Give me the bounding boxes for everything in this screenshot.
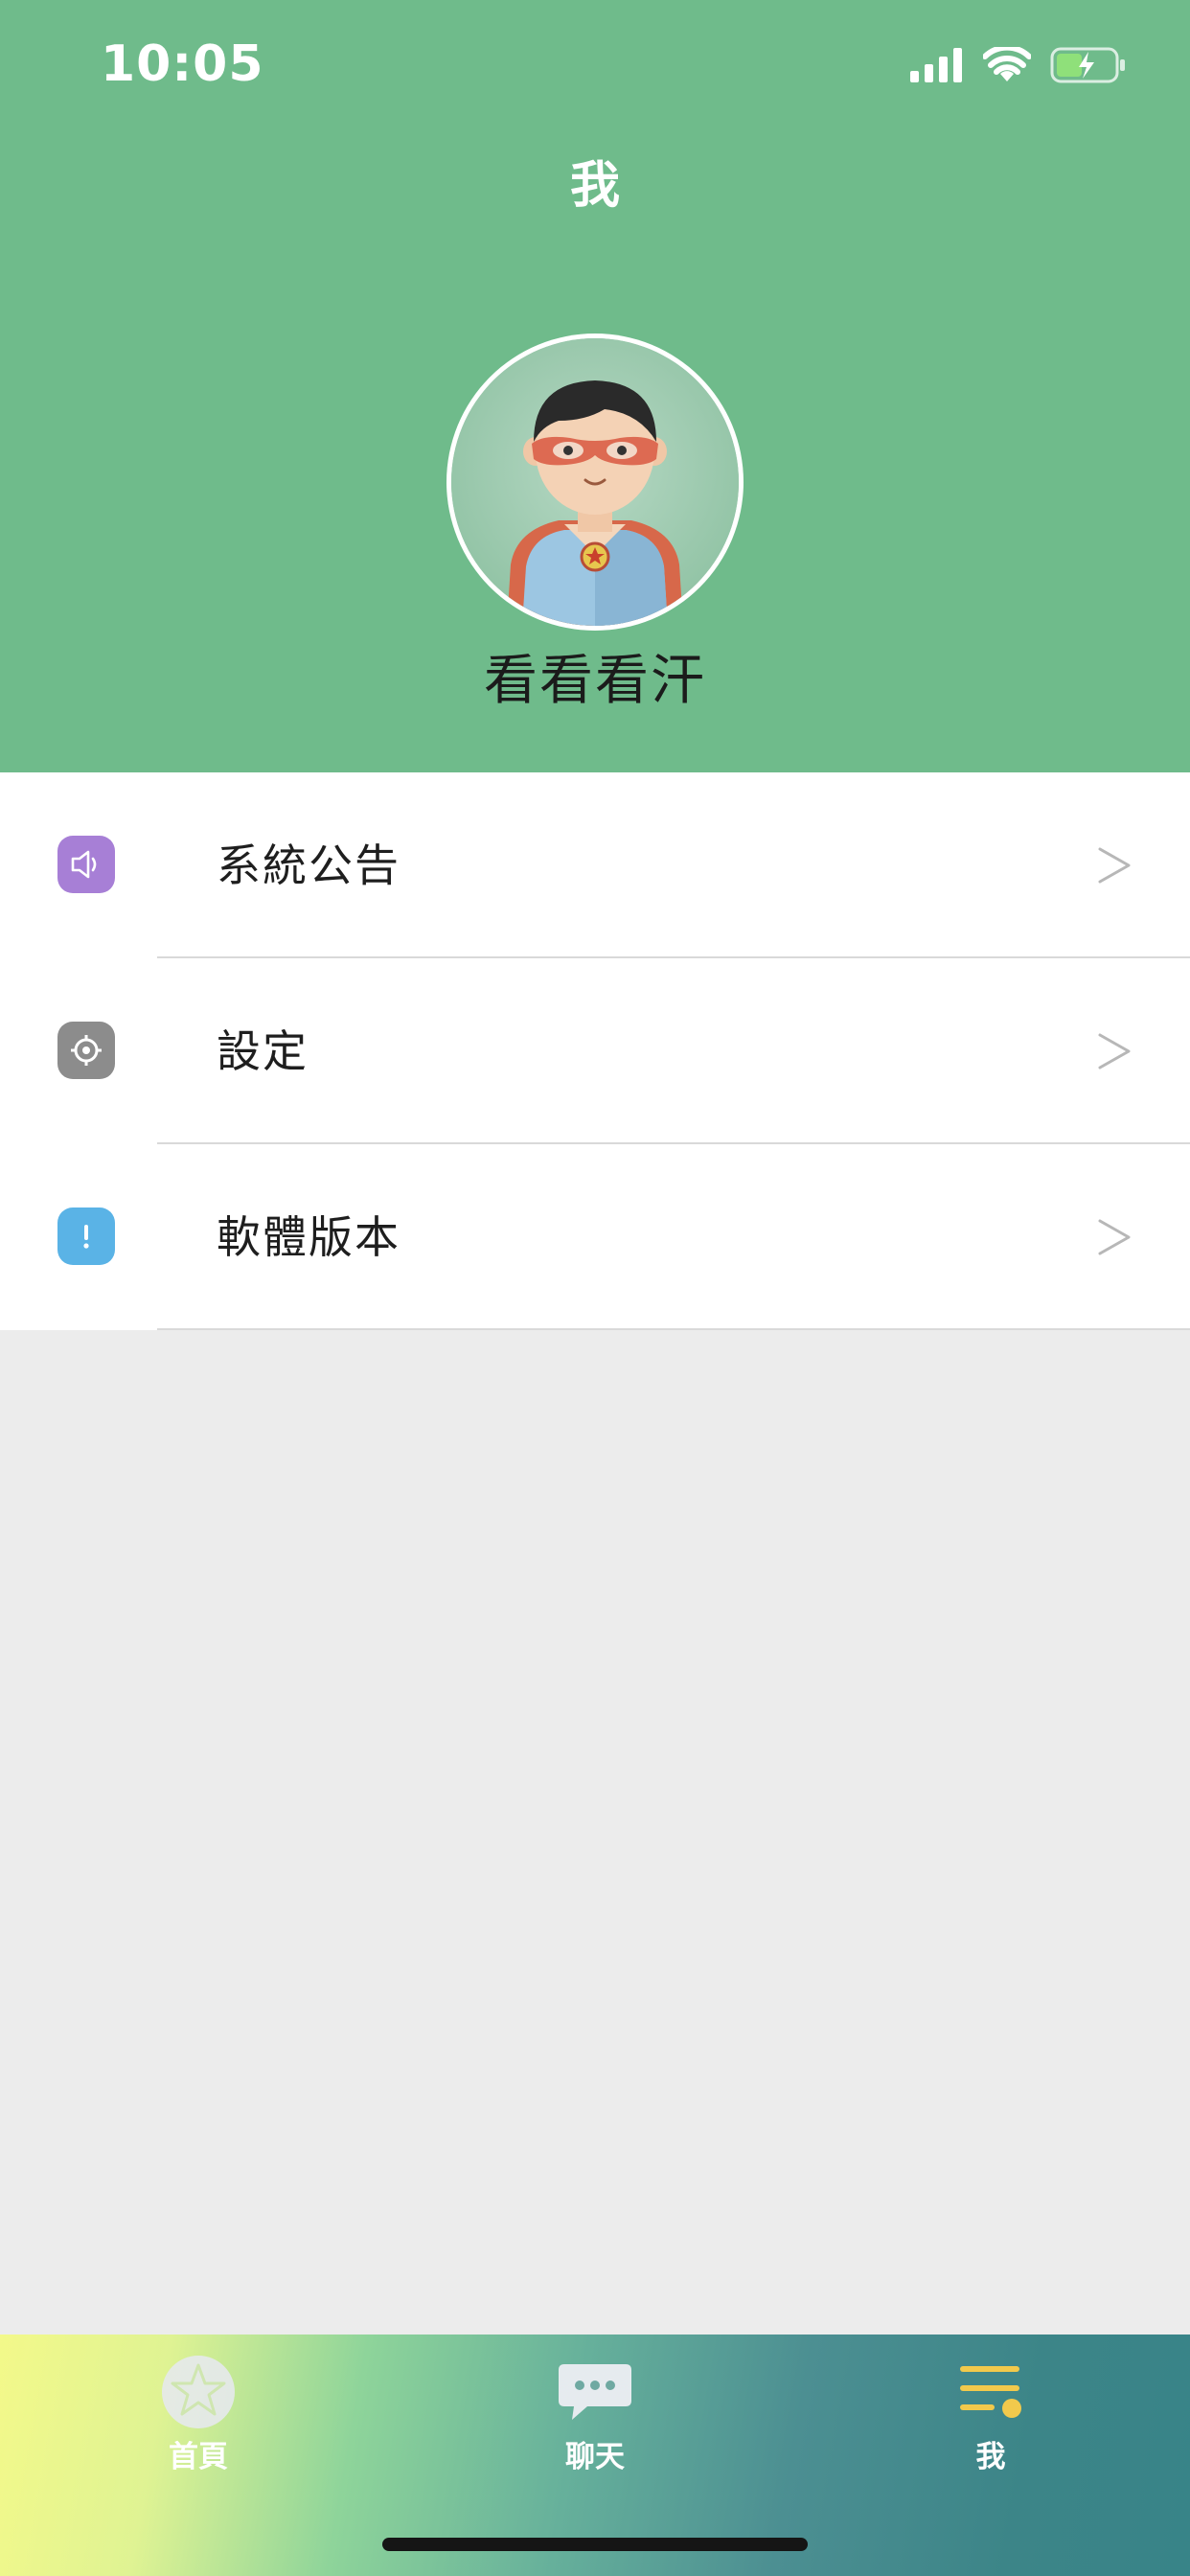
- info-icon: [57, 1208, 115, 1265]
- avatar[interactable]: [446, 334, 744, 631]
- list-menu-icon: [950, 2352, 1031, 2432]
- tab-chat[interactable]: 聊天: [499, 2352, 691, 2496]
- menu-item-software-version[interactable]: 軟體版本: [0, 1144, 1190, 1330]
- tab-me[interactable]: 我: [895, 2352, 1087, 2496]
- battery-charging-icon: [1050, 47, 1125, 83]
- speaker-icon: [57, 836, 115, 893]
- menu-item-label: 設定: [217, 1025, 309, 1077]
- page-title: 我: [569, 157, 620, 215]
- superhero-avatar-icon: [451, 338, 739, 626]
- chevron-right-icon: [1098, 847, 1131, 884]
- wifi-icon: [983, 47, 1031, 81]
- status-icons: [910, 44, 1127, 86]
- tab-label: 我: [975, 2440, 1006, 2474]
- star-icon: [158, 2352, 239, 2432]
- settings-menu: 系統公告 設定 軟體版本: [0, 772, 1190, 1330]
- divider: [157, 1328, 1190, 1330]
- tab-label: 聊天: [565, 2440, 625, 2474]
- menu-item-announcements[interactable]: 系統公告: [0, 772, 1190, 958]
- chat-bubble-icon: [555, 2352, 635, 2432]
- profile-header: 10:05 我 看看看汗: [0, 0, 1190, 772]
- tab-label: 首頁: [169, 2440, 228, 2474]
- menu-item-label: 軟體版本: [217, 1211, 400, 1263]
- status-time: 10:05: [101, 35, 264, 93]
- cellular-signal-icon: [910, 48, 962, 82]
- username: 看看看汗: [484, 650, 706, 712]
- gear-icon: [57, 1022, 115, 1079]
- home-indicator: [382, 2538, 808, 2551]
- chevron-right-icon: [1098, 1219, 1131, 1255]
- menu-item-label: 系統公告: [217, 840, 400, 891]
- chevron-right-icon: [1098, 1033, 1131, 1070]
- menu-item-settings[interactable]: 設定: [0, 958, 1190, 1144]
- tab-home[interactable]: 首頁: [103, 2352, 294, 2496]
